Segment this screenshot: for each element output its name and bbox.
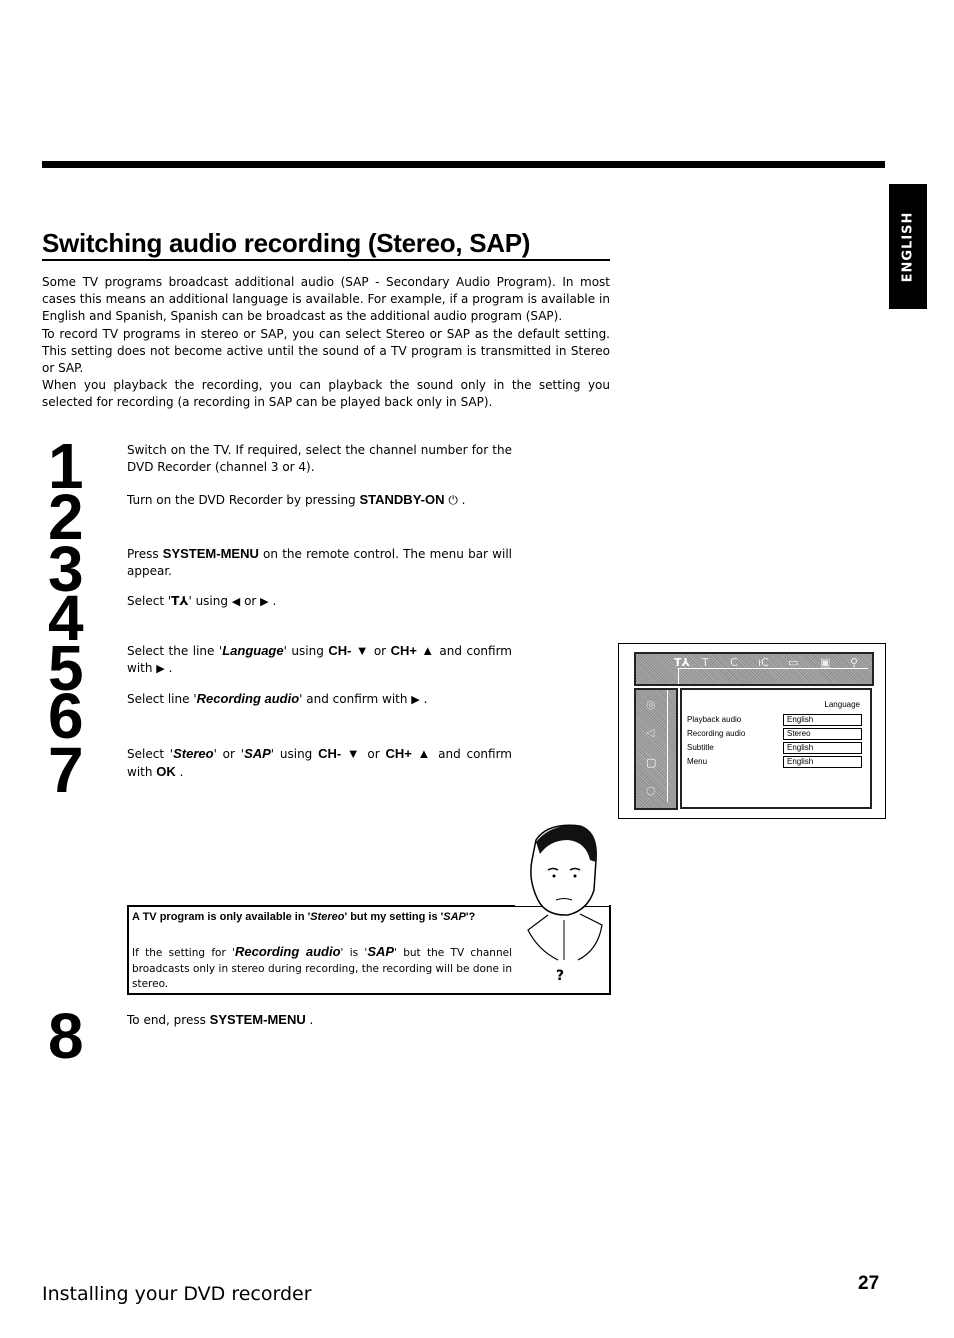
language-tab-label: ENGLISH: [900, 211, 916, 282]
ok-key: OK: [156, 764, 176, 780]
speaker-icon: ◁: [646, 726, 655, 739]
osd-menu-bar: T⅄ T C ıC ▭ ▣ ⚲: [634, 652, 874, 686]
item-recording-audio: Recording audio: [196, 691, 300, 706]
text: ' is ': [340, 947, 368, 959]
ch-plus-key: CH+ ▲: [390, 643, 435, 658]
text: A TV program is only available in ': [132, 911, 311, 923]
step-1-text: Switch on the TV. If required, select th…: [127, 443, 512, 475]
osd-row: Menu English: [687, 756, 862, 768]
text: Select the line ': [127, 644, 223, 658]
osd-row-label: Playback audio: [687, 715, 742, 724]
item-sap: SAP: [443, 911, 466, 923]
step-number: 7: [48, 734, 84, 806]
osd-row: Subtitle English: [687, 742, 862, 754]
step-5-text: Select the line 'Language' using CH- ▼ o…: [127, 643, 512, 676]
step-8-text: To end, press SYSTEM-MENU .: [127, 1012, 314, 1027]
audio-icon: ◎: [646, 698, 656, 711]
top-rule: [42, 161, 885, 168]
step-number: 8: [48, 1000, 84, 1072]
text: ' and confirm with: [299, 692, 412, 706]
text: ' using: [283, 644, 329, 658]
text: To end, press: [127, 1013, 210, 1027]
menu-line: [678, 668, 679, 684]
ch-minus-key: CH- ▼: [318, 746, 362, 761]
item-stereo: Stereo: [173, 746, 214, 761]
step-4-text: Select 'T⅄' using ◀ or ▶ .: [127, 594, 277, 608]
step-7-text: Select 'Stereo' or 'SAP' using CH- ▼ or …: [127, 746, 512, 780]
osd-row-value: Stereo: [783, 728, 862, 740]
language-tab: ENGLISH: [889, 184, 927, 309]
text: If the setting for ': [132, 947, 235, 959]
menu-line: [667, 690, 668, 802]
left-arrow-icon: ◀: [231, 595, 241, 608]
subtitle-icon: ○: [646, 784, 656, 797]
text: ' using: [270, 747, 319, 761]
step-6-text: Select line 'Recording audio' and confir…: [127, 691, 428, 706]
tip-answer: If the setting for 'Recording audio' is …: [132, 944, 512, 993]
osd-row-value: English: [783, 756, 862, 768]
text: Select line ': [127, 692, 197, 706]
ch-minus-key: CH- ▼: [328, 643, 370, 658]
text: '?: [465, 911, 476, 923]
question-mark: ?: [556, 968, 565, 984]
tip-question: A TV program is only available in 'Stere…: [132, 910, 512, 925]
item-language: Language: [222, 643, 284, 658]
osd-row-label: Menu: [687, 757, 708, 766]
intro-paragraph: Some TV programs broadcast additional au…: [42, 275, 610, 324]
intro-paragraph: To record TV programs in stereo or SAP, …: [42, 326, 610, 376]
text: Select ': [127, 747, 174, 761]
osd-row-value: English: [783, 742, 862, 754]
text: Turn on the DVD Recorder by pressing: [127, 493, 360, 507]
item-recording-audio: Recording audio: [235, 944, 341, 959]
text: or: [240, 594, 261, 608]
osd-panel-header: Language: [824, 700, 860, 709]
text: ' or ': [213, 747, 245, 761]
system-menu-key: SYSTEM-MENU: [209, 1012, 306, 1027]
intro-paragraph: When you playback the recording, you can…: [42, 378, 610, 410]
text: ' using: [188, 594, 232, 608]
item-sap: SAP: [244, 746, 271, 761]
osd-row-value: English: [783, 714, 862, 726]
text: or: [361, 747, 386, 761]
right-arrow-icon: ▶: [156, 662, 165, 676]
speech-bubble-icon: ▢: [646, 756, 657, 769]
step-2-text: Turn on the DVD Recorder by pressing STA…: [127, 492, 466, 507]
right-arrow-icon: ▶: [411, 693, 420, 706]
item-stereo: Stereo: [310, 911, 345, 923]
text: Select ': [127, 594, 172, 608]
system-menu-key: SYSTEM-MENU: [162, 546, 259, 561]
page-title: Switching audio recording (Stereo, SAP): [42, 228, 610, 261]
ch-plus-key: CH+ ▲: [385, 746, 433, 761]
text: Press: [127, 547, 163, 561]
text: or: [369, 644, 391, 658]
item-sap: SAP: [367, 944, 395, 959]
cartoon-man-illustration: [527, 824, 603, 961]
osd-language-panel: Language Playback audio English Recording…: [680, 688, 872, 809]
osd-sidebar: ◎ ◁ ▢ ○: [634, 688, 678, 810]
osd-row-label: Subtitle: [687, 743, 714, 752]
step-3-text: Press SYSTEM-MENU on the remote control.…: [127, 545, 512, 580]
settings-icon: T⅄: [171, 594, 189, 608]
osd-row-label: Recording audio: [687, 729, 746, 738]
intro-text: Some TV programs broadcast additional au…: [42, 274, 610, 412]
standby-on-key: STANDBY-ON: [359, 492, 445, 507]
osd-row: Playback audio English: [687, 714, 862, 726]
osd-row: Recording audio Stereo: [687, 728, 862, 740]
menu-line: [678, 668, 868, 669]
footer-section-title: Installing your DVD recorder: [42, 1283, 312, 1305]
power-icon: ⏻: [448, 493, 458, 507]
right-arrow-icon: ▶: [260, 595, 269, 608]
text: ' but my setting is ': [344, 911, 444, 923]
page-number: 27: [858, 1273, 880, 1294]
